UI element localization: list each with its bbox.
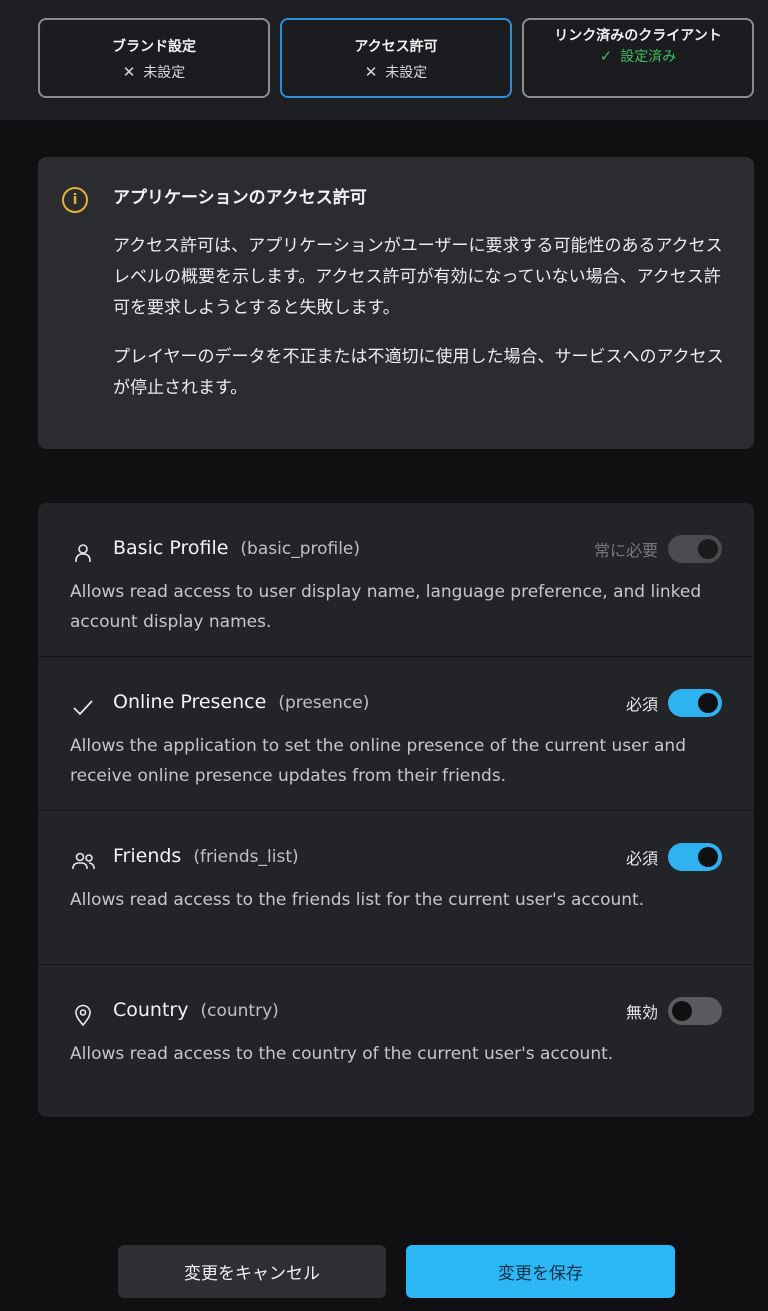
- permission-basic-profile: Basic Profile (basic_profile) 常に必要 Allow…: [38, 503, 754, 657]
- info-title: アプリケーションのアクセス許可: [113, 188, 367, 208]
- permission-country: Country (country) 無効 Allows read access …: [38, 965, 754, 1117]
- info-paragraph: プレイヤーのデータを不正または不適切に使用した場合、サービスへのアクセスが停止さ…: [113, 347, 724, 398]
- permission-toggle[interactable]: [668, 689, 722, 717]
- permission-scope: (presence): [278, 693, 370, 713]
- check-icon: [71, 695, 95, 719]
- info-icon: i: [62, 187, 88, 213]
- step-title: ブランド設定: [112, 39, 196, 55]
- step-status-label: 未設定: [385, 65, 428, 81]
- save-changes-button[interactable]: 変更を保存: [406, 1245, 675, 1298]
- user-icon: [71, 541, 95, 565]
- permission-scope: (friends_list): [193, 847, 299, 867]
- permissions-list: Basic Profile (basic_profile) 常に必要 Allow…: [38, 503, 754, 1117]
- info-panel: i アプリケーションのアクセス許可 アクセス許可は、アプリケーションがユーザーに…: [38, 157, 754, 449]
- step-status: ✓ 設定済み: [600, 46, 677, 66]
- step-status: ✕ 未設定: [123, 62, 186, 82]
- x-icon: ✕: [364, 63, 378, 81]
- permission-description: Allows read access to the country of the…: [70, 1044, 614, 1064]
- users-icon: [71, 849, 95, 873]
- permission-online-presence: Online Presence (presence) 必須 Allows the…: [38, 657, 754, 811]
- permission-name: Online Presence: [113, 691, 267, 713]
- permission-toggle[interactable]: [668, 535, 722, 563]
- step-access-permissions[interactable]: アクセス許可 ✕ 未設定: [280, 18, 512, 98]
- permission-toggle[interactable]: [668, 843, 722, 871]
- step-status: ✕ 未設定: [365, 62, 428, 82]
- permission-name: Country: [113, 999, 189, 1021]
- step-status-label: 未設定: [143, 65, 186, 81]
- permission-description: Allows the application to set the online…: [70, 736, 686, 786]
- permission-toggle[interactable]: [668, 997, 722, 1025]
- permission-state-label: 無効: [625, 1003, 658, 1022]
- step-title: アクセス許可: [354, 39, 438, 55]
- cancel-changes-button[interactable]: 変更をキャンセル: [118, 1245, 386, 1298]
- permission-state-label: 必須: [625, 849, 658, 868]
- permission-friends: Friends (friends_list) 必須 Allows read ac…: [38, 811, 754, 965]
- permission-state-label: 必須: [625, 695, 658, 714]
- permission-description: Allows read access to the friends list f…: [70, 890, 645, 910]
- permission-name: Basic Profile: [113, 537, 229, 559]
- location-pin-icon: [71, 1003, 95, 1027]
- permission-name: Friends: [113, 845, 182, 867]
- setup-steps-bar: ブランド設定 ✕ 未設定 アクセス許可 ✕ 未設定 リンク済みのクライアント ✓…: [0, 0, 768, 120]
- step-status-label: 設定済み: [620, 49, 677, 65]
- check-icon: ✓: [599, 47, 613, 65]
- step-linked-clients[interactable]: リンク済みのクライアント ✓ 設定済み: [522, 18, 754, 98]
- permission-state-label: 常に必要: [593, 541, 658, 560]
- permission-scope: (country): [200, 1001, 279, 1021]
- info-paragraph: アクセス許可は、アプリケーションがユーザーに要求する可能性のあるアクセスレベルの…: [113, 236, 723, 318]
- x-icon: ✕: [122, 63, 136, 81]
- permission-description: Allows read access to user display name,…: [70, 582, 702, 632]
- step-brand-settings[interactable]: ブランド設定 ✕ 未設定: [38, 18, 270, 98]
- permission-scope: (basic_profile): [240, 539, 361, 559]
